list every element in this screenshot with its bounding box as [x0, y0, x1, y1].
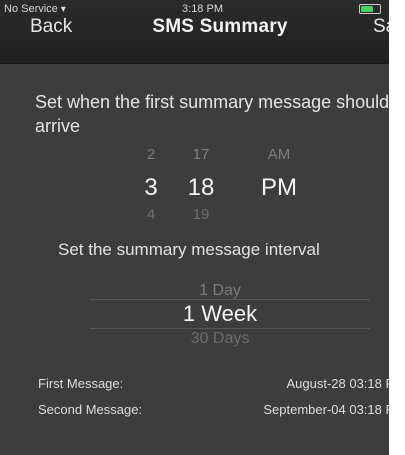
second-message-label: Second Message:: [38, 402, 143, 417]
ampm-option-above[interactable]: AM: [253, 146, 305, 163]
interval-option-below[interactable]: 30 Days: [0, 330, 389, 348]
second-message-row: Second Message: September-04 03:18 PM: [38, 402, 389, 422]
interval-option-above[interactable]: 1 Day: [0, 282, 389, 300]
second-message-value: September-04 03:18 PM: [263, 402, 389, 417]
ampm-selected[interactable]: PM: [253, 174, 305, 202]
navigation-bar: No Service ▾ 3:18 PM Back SMS Summary Sa…: [0, 0, 389, 64]
minute-option-below[interactable]: 19: [176, 206, 226, 223]
page-title: SMS Summary: [152, 16, 288, 37]
first-message-label: First Message:: [38, 376, 124, 391]
hour-option-above[interactable]: 2: [134, 146, 168, 163]
status-time: 3:18 PM: [182, 3, 223, 15]
interval-picker[interactable]: 1 Day 1 Week 30 Days: [0, 278, 389, 350]
selection-divider-bottom: [90, 328, 370, 329]
first-message-row: First Message: August-28 03:18 PM: [38, 376, 389, 396]
save-button[interactable]: Save: [373, 16, 389, 38]
first-message-prompt: Set when the first summary message shoul…: [35, 92, 389, 136]
interval-prompt: Set the summary message interval: [58, 240, 320, 259]
battery-icon: [359, 4, 381, 14]
hour-selected[interactable]: 3: [134, 174, 168, 202]
first-message-value: August-28 03:18 PM: [286, 376, 389, 391]
time-picker[interactable]: 2 3 4 17 18 19 AM PM: [0, 146, 389, 223]
minute-option-above[interactable]: 17: [176, 146, 226, 163]
interval-selected[interactable]: 1 Week: [0, 301, 389, 327]
hour-option-below[interactable]: 4: [134, 206, 168, 223]
minute-selected[interactable]: 18: [176, 174, 226, 202]
sms-summary-screen: No Service ▾ 3:18 PM Back SMS Summary Sa…: [0, 0, 389, 455]
